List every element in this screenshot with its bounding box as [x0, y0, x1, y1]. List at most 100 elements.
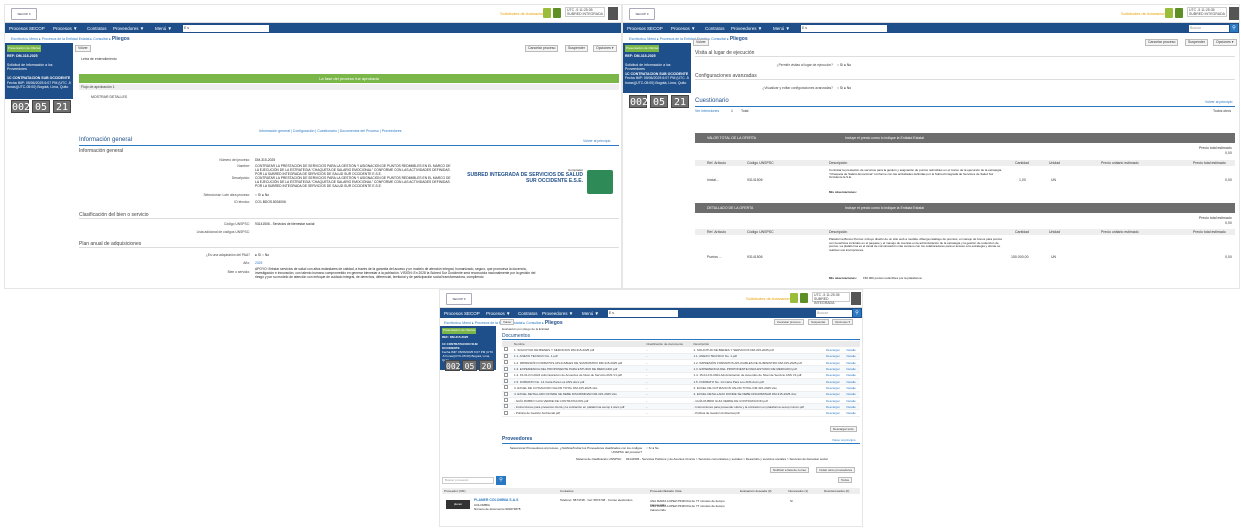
- providers-question: Seleccionar Proveedores al proceso, ¿Not…: [509, 446, 642, 454]
- search-icon[interactable]: ⚲: [1230, 24, 1238, 32]
- providers-radio[interactable]: ○ Sí ● No: [646, 446, 686, 450]
- suspend-button[interactable]: Suspender: [808, 319, 829, 325]
- message-icon[interactable]: [553, 8, 561, 18]
- nav-menu[interactable]: Menú ▼: [582, 311, 599, 316]
- row-checkbox[interactable]: [504, 353, 508, 358]
- language-select[interactable]: E s: [183, 24, 269, 32]
- nav-secop[interactable]: Procesos SECOP: [444, 311, 480, 316]
- row-checkbox[interactable]: [504, 410, 508, 415]
- row-checkbox[interactable]: [504, 398, 508, 403]
- row-checkbox[interactable]: [504, 360, 508, 365]
- cancel-process-button[interactable]: Cancelar proceso: [525, 45, 559, 52]
- nav-procesos[interactable]: Procesos ▼: [486, 311, 510, 316]
- invite-providers-button[interactable]: Invitar otros proveedores: [816, 467, 856, 473]
- back-button[interactable]: Volver: [75, 45, 91, 52]
- goods-label: Bien o servicio:: [227, 270, 250, 274]
- nav-menu[interactable]: Menú ▼: [773, 26, 790, 31]
- nav-contratos[interactable]: Contratos: [705, 26, 725, 31]
- search-input[interactable]: Buscar: [1189, 24, 1229, 32]
- options-button[interactable]: Opciones ▾: [1213, 39, 1237, 46]
- row-checkbox[interactable]: [504, 404, 508, 409]
- year-link[interactable]: 2025: [255, 261, 295, 265]
- row-checkbox[interactable]: [504, 366, 508, 371]
- row-checkbox[interactable]: [504, 385, 508, 390]
- nav-procesos[interactable]: Procesos ▼: [53, 26, 77, 31]
- message-icon[interactable]: [800, 293, 808, 303]
- download-link[interactable]: Descargar: [823, 409, 845, 417]
- nav-contratos[interactable]: Contratos: [87, 26, 107, 31]
- nav-menu[interactable]: Menú ▼: [155, 26, 172, 31]
- doc-classification: -: [644, 409, 692, 417]
- bell-icon[interactable]: [543, 8, 551, 18]
- suspend-button[interactable]: Suspender: [565, 45, 588, 52]
- detail-link[interactable]: Detalle: [844, 409, 860, 417]
- plan-radio[interactable]: ● Sí ○ No: [255, 253, 315, 257]
- avatar[interactable]: [1229, 7, 1239, 20]
- promo-link[interactable]: Solicitudes de Aclaracion: [500, 11, 544, 16]
- language-select[interactable]: E s: [608, 309, 678, 317]
- advanced-radio[interactable]: ○ Sí ● No: [837, 86, 897, 90]
- top-bar: SECOP II Solicitudes de Aclaracion UTC -…: [440, 290, 862, 308]
- nav-proveedores[interactable]: Proveedores ▼: [731, 26, 762, 31]
- nav-secop[interactable]: Procesos SECOP: [627, 26, 663, 31]
- back-button[interactable]: Volver: [693, 39, 709, 46]
- nav-secop[interactable]: Procesos SECOP: [9, 26, 45, 31]
- row-checkbox[interactable]: [504, 347, 508, 352]
- documents-table: Nombre Clasificación de documento Descri…: [502, 341, 860, 417]
- col-status: Proveedor/Estado Vista: [650, 489, 682, 493]
- breadcrumb: Escritorio ▸ Menú ▸ Procesos de la Entid…: [11, 36, 130, 42]
- options-button[interactable]: Opciones ▾: [832, 319, 854, 325]
- place-radio[interactable]: ○ Sí ● No: [837, 63, 897, 67]
- timer-hours: 05: [650, 95, 668, 108]
- language-select[interactable]: E s: [801, 24, 887, 32]
- message-icon[interactable]: [1175, 8, 1183, 18]
- back-to-top-link[interactable]: Volver al principio: [583, 139, 610, 143]
- cancel-process-button[interactable]: Cancelar proceso: [1145, 39, 1179, 46]
- options-button[interactable]: Opciones ▾: [593, 45, 617, 52]
- provider-interested-flag: Sí: [790, 499, 793, 503]
- bell-icon[interactable]: [1165, 8, 1173, 18]
- cancel-process-button[interactable]: Cancelar proceso: [774, 319, 804, 325]
- row-checkbox[interactable]: [504, 379, 508, 384]
- field-lots-radio[interactable]: ○ Sí ● No: [255, 193, 355, 197]
- countdown-timer: 002 05 21: [11, 100, 71, 113]
- search-input[interactable]: Buscar: [816, 309, 852, 317]
- avatar[interactable]: [608, 7, 618, 20]
- notify-list-button[interactable]: Notificar a lista de correo: [770, 467, 810, 473]
- provider-name[interactable]: PLANER COLOMBIA S.A.S: [474, 498, 554, 502]
- search-icon[interactable]: ⚲: [853, 309, 861, 317]
- download-all-button[interactable]: Descargar todo: [830, 426, 857, 432]
- provider-search-input[interactable]: Buscar proveedor: [442, 477, 494, 484]
- field-name: CONTRATAR LA PRESTACIÓN DE SERVICIOS PAR…: [255, 164, 451, 176]
- promo-link[interactable]: Solicitudes de Aclaracion: [746, 296, 790, 301]
- nav-procesos[interactable]: Procesos ▼: [671, 26, 695, 31]
- avatar[interactable]: [851, 292, 861, 305]
- col-code: Código UNSPSC: [747, 230, 774, 234]
- timer-minutes: 21: [671, 95, 689, 108]
- nav-contratos[interactable]: Contratos: [518, 311, 538, 316]
- back-to-top-link[interactable]: Volver al principio: [832, 438, 856, 442]
- timer-hours: 05: [32, 100, 50, 113]
- clock-widget: UTC -5 11:25:35 SUBRED INTEGRADA: [1187, 7, 1227, 17]
- additional-codes-label: Lista adicional de códigos UNSPSC:: [196, 230, 250, 234]
- suspend-button[interactable]: Suspender: [1185, 39, 1208, 46]
- back-to-top-link[interactable]: Volver al principio: [1205, 100, 1232, 104]
- row-checkbox[interactable]: [504, 391, 508, 396]
- evaluation-annotation: Evaluación por pliego de la Entidad: [502, 327, 550, 331]
- back-button[interactable]: Volver: [500, 319, 515, 325]
- promo-link[interactable]: Solicitudes de Aclaracion: [1121, 11, 1165, 16]
- nav-proveedores[interactable]: Proveedores ▼: [542, 311, 573, 316]
- search-icon[interactable]: ⚲: [496, 476, 506, 485]
- all-others-label: Todos otros: [1213, 109, 1232, 113]
- show-details-link[interactable]: MOSTRAR DETALLES: [91, 95, 127, 99]
- filter-all-select[interactable]: Todos: [838, 477, 853, 483]
- screenshot-documents-providers: SECOP II Solicitudes de Aclaracion UTC -…: [439, 289, 863, 527]
- bell-icon[interactable]: [790, 293, 798, 303]
- section-tabs[interactable]: Información general | Configuración | Cu…: [259, 129, 402, 133]
- nav-proveedores[interactable]: Proveedores ▼: [113, 26, 144, 31]
- row-checkbox[interactable]: [504, 372, 508, 377]
- clock-widget: UTC -5 11:25:35 SUBRED INTEGRADA: [565, 7, 605, 17]
- filter-label[interactable]: Ver Intenciones: [695, 109, 719, 113]
- collapse-label[interactable]: Letra de entendimiento: [81, 57, 117, 61]
- col-qty: Cantidad: [1015, 230, 1030, 234]
